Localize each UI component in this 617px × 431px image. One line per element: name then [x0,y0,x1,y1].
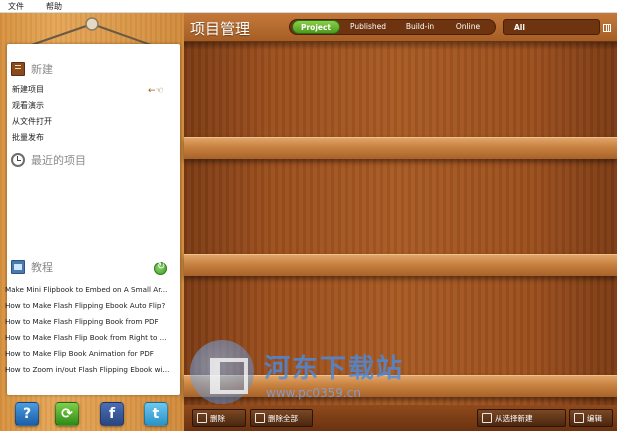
delete-button[interactable]: 删除 [192,409,246,427]
open-from-file-link[interactable]: 从文件打开 [12,114,52,130]
tab-project[interactable]: Project [292,20,340,34]
project-tabs: Project Published Build-in Online [289,19,496,35]
menu-file[interactable]: 文件 [8,1,24,12]
clock-icon [11,153,25,167]
edit-icon [574,413,584,423]
new-from-selection-label: 从选择新建 [495,413,533,423]
watch-demo-link[interactable]: 观看演示 [12,98,52,114]
tutorial-item[interactable]: Make Mini Flipbook to Embed on A Small A… [5,282,175,298]
facebook-button[interactable]: f [100,402,124,426]
new-section-list: 新建项目 观看演示 从文件打开 批量发布 [12,82,52,146]
shelf-board [184,375,617,397]
twitter-icon: t [152,406,160,422]
tutorial-list: Make Mini Flipbook to Embed on A Small A… [5,282,175,378]
page-title: 项目管理 [190,20,251,38]
menu-help[interactable]: 帮助 [46,1,62,12]
twitter-button[interactable]: t [144,402,168,426]
tab-build-in[interactable]: Build-in [396,20,444,34]
edit-button[interactable]: 编辑 [569,409,613,427]
delete-all-label: 删除全部 [268,413,298,423]
bookshelf-area [184,13,617,431]
tutorial-section-header: 教程 [11,259,53,275]
globe-icon: ⟳ [61,406,73,422]
tutorial-item[interactable]: How to Make Flash Flipping Ebook Auto Fl… [5,298,175,314]
delete-all-button[interactable]: 删除全部 [250,409,313,427]
delete-icon [197,413,207,423]
tab-published[interactable]: Published [340,20,396,34]
new-project-link[interactable]: 新建项目 [12,82,52,98]
tutorial-item[interactable]: How to Make Flash Flip Book from Right t… [5,330,175,346]
recent-section-label: 最近的项目 [31,154,86,167]
tutorial-item[interactable]: How to Make Flip Book Animation for PDF [5,346,175,362]
new-from-selection-button[interactable]: 从选择新建 [477,409,566,427]
book-icon [11,62,25,76]
batch-publish-link[interactable]: 批量发布 [12,130,52,146]
menu-bar: 文件 帮助 [0,0,617,13]
hand-pointer-icon: ←☜ [148,86,164,96]
refresh-icon[interactable] [154,261,167,275]
share-button[interactable]: ⟳ [55,402,79,426]
tutorial-item[interactable]: How to Zoom in/out Flash Flipping Ebook … [5,362,175,378]
tutorial-icon [11,260,25,274]
category-filter-select[interactable]: All [503,19,600,35]
facebook-icon: f [108,406,116,422]
checkmark-icon [482,413,492,423]
shelf-board [184,254,617,276]
help-icon: ? [22,406,32,422]
new-section-header: 新建 [11,61,53,77]
filter-value: All [514,23,525,32]
shelf-board [184,137,617,159]
grid-view-icon[interactable] [603,24,611,32]
tab-online[interactable]: Online [444,20,492,34]
delete-label: 删除 [210,413,225,423]
edit-label: 编辑 [587,413,602,423]
tutorial-section-label: 教程 [31,261,53,274]
help-button[interactable]: ? [15,402,39,426]
tutorial-item[interactable]: How to Make Flash Flipping Book from PDF [5,314,175,330]
recent-section-header: 最近的项目 [11,152,86,168]
delete-all-icon [255,413,265,423]
new-section-label: 新建 [31,63,53,76]
shelf-shadow [184,42,617,50]
